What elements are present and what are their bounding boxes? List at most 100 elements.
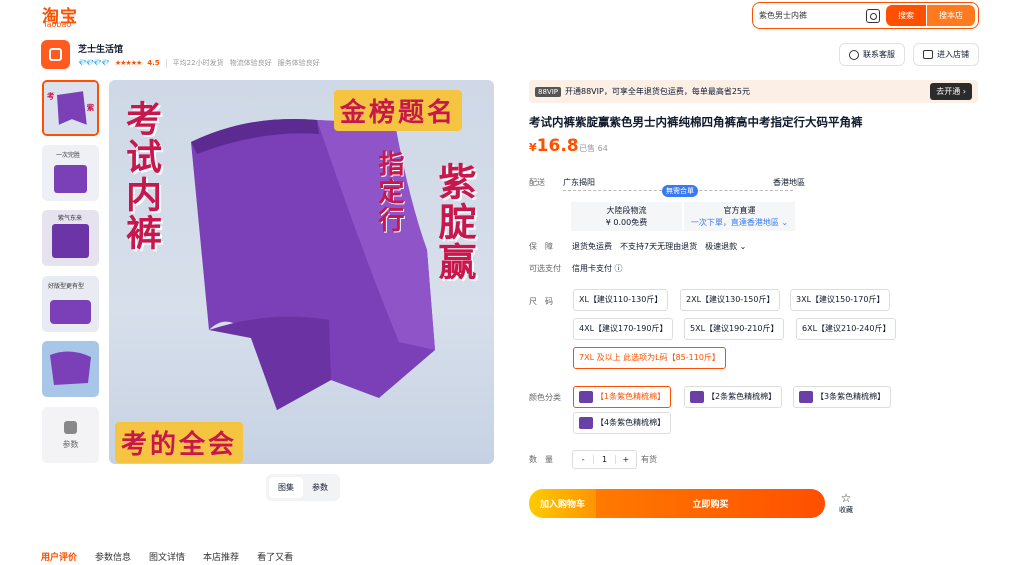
thumb-caption: 好版型更有型 <box>48 282 84 290</box>
vip-banner: 88VIP 开通88VIP，可享全年退货包运费，每单最高省25元 去开通 › <box>529 80 978 103</box>
quantity-plus-button[interactable]: + <box>616 455 636 464</box>
vip-text: 开通88VIP，可享全年退货包运费，每单最高省25元 <box>564 87 750 96</box>
vip-open-button[interactable]: 去开通 › <box>930 83 972 100</box>
delivery-info: 广东揭阳 香港地區 無需合單 大陸段物流 ¥ 0.00免费 官方直運 一次下單，… <box>563 177 805 237</box>
quantity-stepper: - 1 + <box>572 450 637 469</box>
tab-reviews[interactable]: 用户评价 <box>41 550 77 563</box>
shop-meta-logistics: 物流体验良好 <box>229 59 272 67</box>
search-input[interactable]: 紫色男士内裤 <box>759 10 866 21</box>
purchase-buttons: 加入购物车 立即购买 <box>529 489 825 518</box>
color-swatch-icon <box>579 390 593 403</box>
shop-logo[interactable] <box>41 40 70 69</box>
tab-params[interactable]: 参数 <box>303 477 337 498</box>
guarantee-label: 保 障 <box>529 242 553 251</box>
color-option-4[interactable]: 【4条紫色精梳棉】 <box>573 412 672 434</box>
contact-service-label: 联系客服 <box>863 50 895 59</box>
shop-meta-service: 服务体验良好 <box>277 59 320 67</box>
size-option-2xl[interactable]: 2XL【建议130-150斤】 <box>680 289 781 311</box>
delivery-tag: 無需合單 <box>662 185 698 197</box>
delivery-label: 配送 <box>529 178 545 187</box>
favorite-label: 收藏 <box>839 506 853 514</box>
params-icon <box>64 420 77 434</box>
star-rating-icon: ★★★★★ <box>114 59 142 67</box>
main-text-top-banner: 金榜题名 <box>334 90 463 131</box>
payment-label: 可选支付 <box>529 264 561 273</box>
payment-value[interactable]: 信用卡支付 ⓘ <box>572 263 623 274</box>
star-icon: ☆ <box>840 491 852 505</box>
delivery-box-direct[interactable]: 官方直運 一次下單，直達香港地區 ⌄ <box>684 202 795 231</box>
size-option-6xl[interactable]: 6XL【建议210-240斤】 <box>796 318 897 340</box>
enter-store-label: 进入店铺 <box>937 50 969 59</box>
size-label: 尺 码 <box>529 297 553 306</box>
shop-name[interactable]: 芝士生活馆 <box>78 42 123 55</box>
gallery-thumb-1[interactable]: 考紫 <box>42 80 99 136</box>
product-price: ¥16.8 <box>529 136 579 156</box>
favorite-button[interactable]: ☆ 收藏 <box>837 491 855 515</box>
sold-count: · 已售 64 <box>574 144 608 153</box>
size-option-4xl[interactable]: 4XL【建议170-190斤】 <box>573 318 674 340</box>
delivery-box-mainland: 大陸段物流 ¥ 0.00免费 <box>571 202 682 231</box>
thumb-caption: 紫气东来 <box>58 214 82 222</box>
stock-status: 有货 <box>641 455 657 464</box>
thumb-caption: 一次完胜 <box>56 151 80 159</box>
contact-service-button[interactable]: 联系客服 <box>839 43 905 66</box>
product-title: 考试内裤紫腚赢紫色男士内裤纯棉四角裤高中考指定行大码平角裤 <box>529 115 863 129</box>
tab-store-recommend[interactable]: 本店推荐 <box>203 550 239 563</box>
color-option-1[interactable]: 【1条紫色精梳棉】 <box>573 386 672 408</box>
color-option-2[interactable]: 【2条紫色精梳棉】 <box>684 386 783 408</box>
guarantee-items: 退货免运费 不支持7天无理由退货 极速退款 ⌄ <box>572 241 746 252</box>
search-bar: 紫色男士内裤 搜索 搜本店 <box>752 2 979 29</box>
color-swatch-icon <box>690 390 704 403</box>
enter-store-button[interactable]: 进入店铺 <box>913 43 979 66</box>
size-option-7xl[interactable]: 7XL 及以上 此选项为L码【85-110斤】 <box>573 347 726 369</box>
guarantee-item: 不支持7天无理由退货 <box>620 242 698 251</box>
tab-gallery[interactable]: 图集 <box>269 477 303 498</box>
tab-also-viewed[interactable]: 看了又看 <box>257 550 293 563</box>
main-text-left: 考试内裤 <box>120 100 161 252</box>
size-option-xl[interactable]: XL【建议110-130斤】 <box>573 289 669 311</box>
size-option-5xl[interactable]: 5XL【建议190-210斤】 <box>684 318 785 340</box>
store-icon <box>923 50 933 59</box>
main-text-middle: 指定行 <box>374 150 404 234</box>
delivery-to: 香港地區 <box>773 178 805 187</box>
main-text-right: 紫腚赢 <box>432 162 476 282</box>
gallery-tabs: 图集 参数 <box>266 474 340 501</box>
gallery-thumb-5[interactable] <box>42 341 99 397</box>
gallery-thumb-2[interactable]: 一次完胜 <box>42 145 99 201</box>
gallery-thumb-4[interactable]: 好版型更有型 <box>42 276 99 332</box>
color-swatch-icon <box>579 416 593 429</box>
main-text-bottom-banner: 考的全会 <box>115 422 244 463</box>
svg-text:考: 考 <box>47 91 55 101</box>
vip-tag: 88VIP <box>535 86 561 97</box>
camera-search-icon[interactable] <box>866 8 880 23</box>
quantity-label: 数 量 <box>529 455 553 464</box>
tab-param-info[interactable]: 参数信息 <box>95 550 131 563</box>
size-option-3xl[interactable]: 3XL【建议150-170斤】 <box>790 289 891 311</box>
headset-icon <box>849 49 859 60</box>
detail-tabs: 用户评价 参数信息 图文详情 本店推荐 看了又看 <box>41 550 293 563</box>
quantity-minus-button[interactable]: - <box>573 455 593 464</box>
shop-meta: 💎💎💎💎 ★★★★★ 4.5 平均22小时发货 物流体验良好 服务体验良好 <box>78 58 320 68</box>
main-product-image[interactable]: 考试内裤 指定行 紫腚赢 金榜题名 考的全会 <box>109 80 494 464</box>
delivery-from: 广东揭阳 <box>563 178 595 187</box>
taobao-logo-subtitle: Taobao <box>43 20 72 29</box>
guarantee-item: 退货免运费 <box>572 242 612 251</box>
tab-details[interactable]: 图文详情 <box>149 550 185 563</box>
guarantee-refund-dropdown[interactable]: 极速退款 ⌄ <box>705 241 746 252</box>
search-button[interactable]: 搜索 <box>886 5 926 26</box>
params-label: 参数 <box>62 439 79 449</box>
quantity-input[interactable]: 1 <box>593 455 616 464</box>
color-swatch-icon <box>799 390 813 403</box>
buy-now-button[interactable]: 立即购买 <box>596 489 825 518</box>
divider <box>165 58 167 68</box>
svg-text:紫: 紫 <box>87 102 95 112</box>
add-to-cart-button[interactable]: 加入购物车 <box>529 489 596 518</box>
gallery-thumb-3[interactable]: 紫气东来 <box>42 210 99 266</box>
search-store-button[interactable]: 搜本店 <box>927 5 975 26</box>
shop-meta-shipping: 平均22小时发货 <box>172 59 224 67</box>
shop-score: 4.5 <box>147 59 160 67</box>
color-label: 颜色分类 <box>529 393 561 402</box>
gallery-params-thumb[interactable]: 参数 <box>42 407 99 463</box>
diamond-rating-icon: 💎💎💎💎 <box>78 59 110 67</box>
color-option-3[interactable]: 【3条紫色精梳棉】 <box>793 386 892 408</box>
